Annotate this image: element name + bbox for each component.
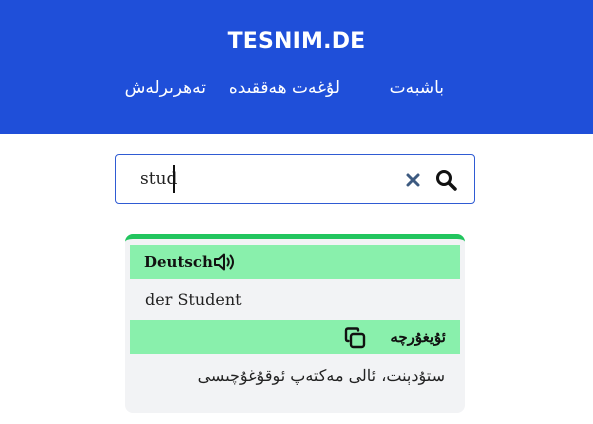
nav-about-link[interactable]: لۇغەت ھەققىدە xyxy=(229,78,340,98)
nav-edit-link[interactable]: تەھرىرلەش xyxy=(125,78,206,98)
source-term: der Student xyxy=(145,290,242,309)
speaker-icon[interactable] xyxy=(212,250,238,274)
copy-icon[interactable] xyxy=(343,326,367,350)
source-language-bar: Deutsch xyxy=(130,245,460,279)
target-term: ستۇدېنت، ئالى مەكتەپ ئوقۇغۇچىسى xyxy=(197,366,445,385)
site-header: TESNIM.DE باشبەت لۇغەت ھەققىدە تەھرىرلەش xyxy=(0,0,593,134)
nav-home-link[interactable]: باشبەت xyxy=(390,78,444,98)
target-language-bar: ئۇيغۇرچە xyxy=(130,320,460,354)
close-icon[interactable] xyxy=(404,171,422,189)
search-icon[interactable] xyxy=(434,168,458,192)
translation-result-card: Deutsch der Student ئۇيغۇرچە ستۇدېنت، ئا… xyxy=(125,234,465,413)
target-language-label: ئۇيغۇرچە xyxy=(390,328,446,346)
search-input[interactable] xyxy=(140,165,380,193)
source-language-label: Deutsch xyxy=(144,253,213,271)
main-nav: باشبەت لۇغەت ھەققىدە تەھرىرلەش xyxy=(0,78,593,104)
text-cursor xyxy=(173,165,175,193)
site-logo-text[interactable]: TESNIM.DE xyxy=(0,29,593,54)
